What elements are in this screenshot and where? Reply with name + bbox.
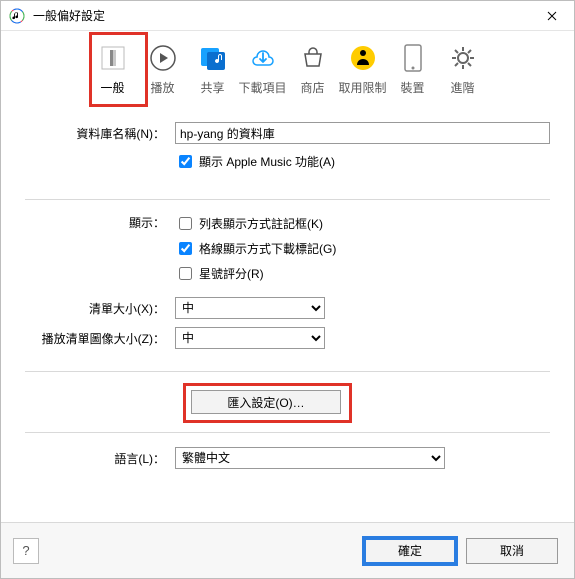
grid-download-check[interactable] xyxy=(179,242,192,255)
tab-general-label: 一般 xyxy=(89,79,137,96)
tab-sharing-label: 共享 xyxy=(189,79,237,96)
tab-advanced-label: 進階 xyxy=(439,79,487,96)
star-rating-checkbox[interactable]: 星號評分(R) xyxy=(175,264,550,283)
artwork-size-select[interactable]: 中 xyxy=(175,327,325,349)
store-icon xyxy=(296,41,330,75)
window-title: 一般偏好設定 xyxy=(33,7,529,24)
list-notes-checkbox[interactable]: 列表顯示方式註記框(K) xyxy=(175,214,550,233)
tab-downloads[interactable]: 下載項目 xyxy=(239,37,287,102)
language-select[interactable]: 繁體中文 xyxy=(175,447,445,469)
tab-store-label: 商店 xyxy=(289,79,337,96)
tab-restrictions[interactable]: 取用限制 xyxy=(339,37,387,102)
library-name-label: 資料庫名稱(N)： xyxy=(25,125,175,142)
dialog-footer: ? 確定 取消 xyxy=(1,522,574,578)
help-button[interactable]: ? xyxy=(13,538,39,564)
import-settings-button[interactable]: 匯入設定(O)… xyxy=(191,390,341,414)
show-apple-music-checkbox[interactable]: 顯示 Apple Music 功能(A) xyxy=(175,152,550,171)
artwork-size-label: 播放清單圖像大小(Z)： xyxy=(25,330,175,347)
tab-store[interactable]: 商店 xyxy=(289,37,337,102)
advanced-icon xyxy=(446,41,480,75)
list-size-label: 清單大小(X)： xyxy=(25,300,175,317)
ok-button[interactable]: 確定 xyxy=(364,538,456,564)
cancel-button[interactable]: 取消 xyxy=(466,538,558,564)
close-button[interactable] xyxy=(529,1,574,30)
tab-devices-label: 裝置 xyxy=(389,79,437,96)
tab-restrictions-label: 取用限制 xyxy=(339,79,387,96)
star-rating-label: 星號評分(R) xyxy=(199,265,264,282)
content-area: 資料庫名稱(N)： 顯示 Apple Music 功能(A) 顯示： xyxy=(1,102,574,495)
tab-downloads-label: 下載項目 xyxy=(239,79,287,96)
restrictions-icon xyxy=(346,41,380,75)
devices-icon xyxy=(396,41,430,75)
show-apple-music-check[interactable] xyxy=(179,155,192,168)
tab-advanced[interactable]: 進階 xyxy=(439,37,487,102)
library-name-input[interactable] xyxy=(175,122,550,144)
list-notes-label: 列表顯示方式註記框(K) xyxy=(199,215,323,232)
preferences-tabs: 一般 播放 共享 下載項目 商店 xyxy=(1,31,574,102)
show-apple-music-label: 顯示 Apple Music 功能(A) xyxy=(199,153,335,170)
sharing-icon xyxy=(196,41,230,75)
star-rating-check[interactable] xyxy=(179,267,192,280)
itunes-icon xyxy=(9,8,25,24)
titlebar: 一般偏好設定 xyxy=(1,1,574,31)
list-notes-check[interactable] xyxy=(179,217,192,230)
grid-download-checkbox[interactable]: 格線顯示方式下載標記(G) xyxy=(175,239,550,258)
tab-playback-label: 播放 xyxy=(139,79,187,96)
display-label: 顯示： xyxy=(25,214,175,231)
language-label: 語言(L)： xyxy=(25,450,175,467)
downloads-icon xyxy=(246,41,280,75)
list-size-select[interactable]: 中 xyxy=(175,297,325,319)
tab-devices[interactable]: 裝置 xyxy=(389,37,437,102)
general-icon xyxy=(96,41,130,75)
playback-icon xyxy=(146,41,180,75)
tab-general[interactable]: 一般 xyxy=(89,37,137,102)
tab-sharing[interactable]: 共享 xyxy=(189,37,237,102)
tab-playback[interactable]: 播放 xyxy=(139,37,187,102)
grid-download-label: 格線顯示方式下載標記(G) xyxy=(199,240,336,257)
